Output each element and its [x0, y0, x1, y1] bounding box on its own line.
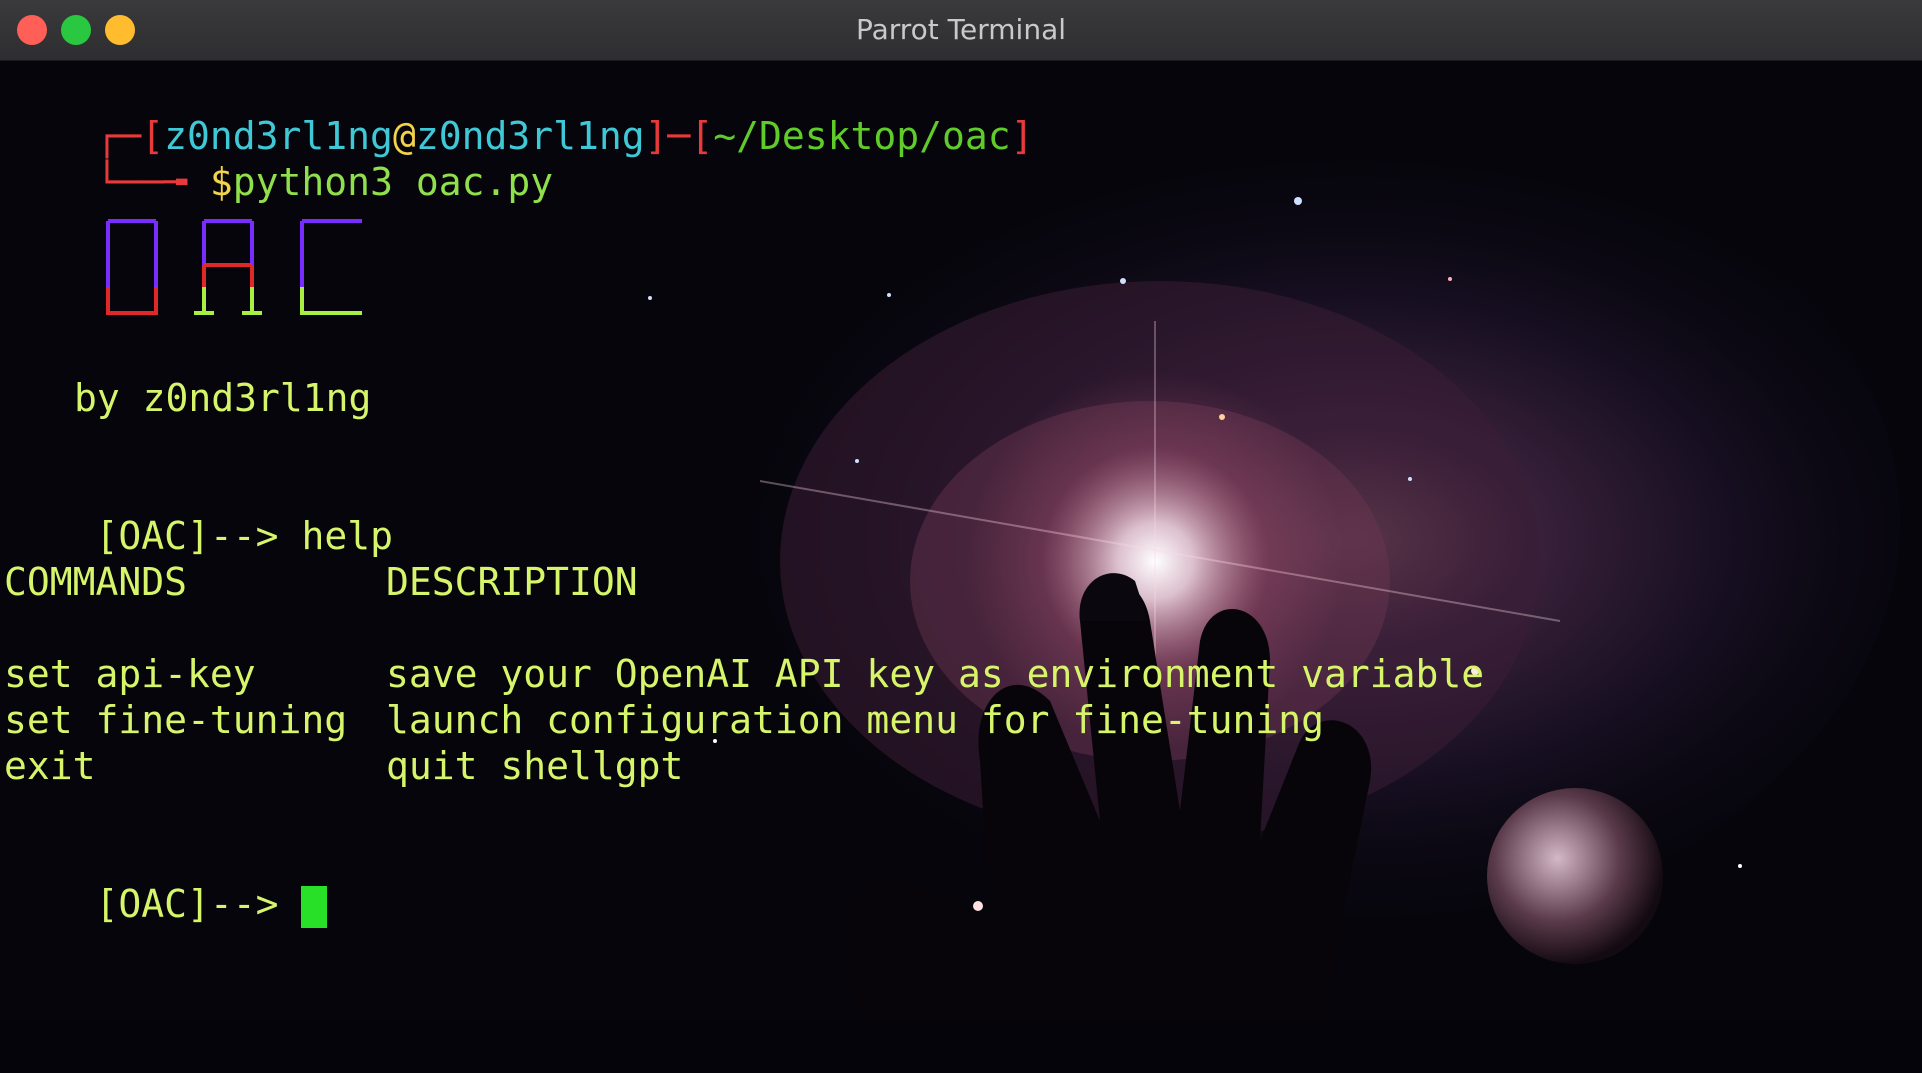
prompt-command: python3 oac.py — [232, 160, 554, 204]
help-row-description: launch configuration menu for fine-tunin… — [386, 698, 1324, 742]
oac-prompt-arrow: --> — [209, 882, 279, 926]
help-row-description: save your OpenAI API key as environment … — [386, 652, 1485, 696]
active-prompt-line[interactable]: [OAC]--> — [4, 835, 328, 928]
oac-prompt-label: [OAC] — [95, 514, 210, 558]
prompt-path: ~/Desktop/oac — [713, 114, 1011, 158]
window-title: Parrot Terminal — [855, 13, 1067, 46]
prompt-bracket-close: ] — [1010, 114, 1034, 158]
prompt-corner-bottom: └──╼ — [95, 160, 210, 204]
help-header-commands: COMMANDS — [4, 560, 188, 604]
help-header-description: DESCRIPTION — [386, 560, 638, 604]
help-row-description: quit shellgpt — [386, 744, 684, 788]
banner-byline: by z0nd3rl1ng — [74, 376, 372, 420]
oac-first-input: help — [301, 514, 393, 558]
help-row-command: set fine-tuning — [4, 698, 348, 742]
prompt-separator: ]─[ — [644, 114, 714, 158]
help-row-command: exit — [4, 744, 96, 788]
oac-ascii-logo — [106, 219, 362, 315]
terminal-output[interactable]: ┌─[z0nd3rl1ng@z0nd3rl1ng]─[~/Desktop/oac… — [0, 61, 1922, 1020]
window-titlebar: Parrot Terminal — [0, 0, 1922, 61]
oac-prompt-arrow: --> — [209, 514, 279, 558]
prompt-symbol: $ — [209, 160, 233, 204]
text-cursor — [301, 885, 328, 928]
help-row-command: set api-key — [4, 652, 256, 696]
oac-prompt-label: [OAC] — [95, 882, 210, 926]
